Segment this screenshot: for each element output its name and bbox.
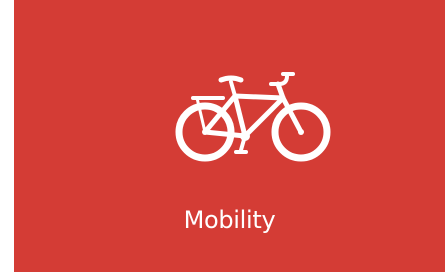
mobility-tile[interactable]: Mobility xyxy=(14,0,445,272)
bicycle-icon xyxy=(175,68,333,164)
tile-label: Mobility xyxy=(183,206,276,234)
page: Mobility xyxy=(0,0,445,280)
